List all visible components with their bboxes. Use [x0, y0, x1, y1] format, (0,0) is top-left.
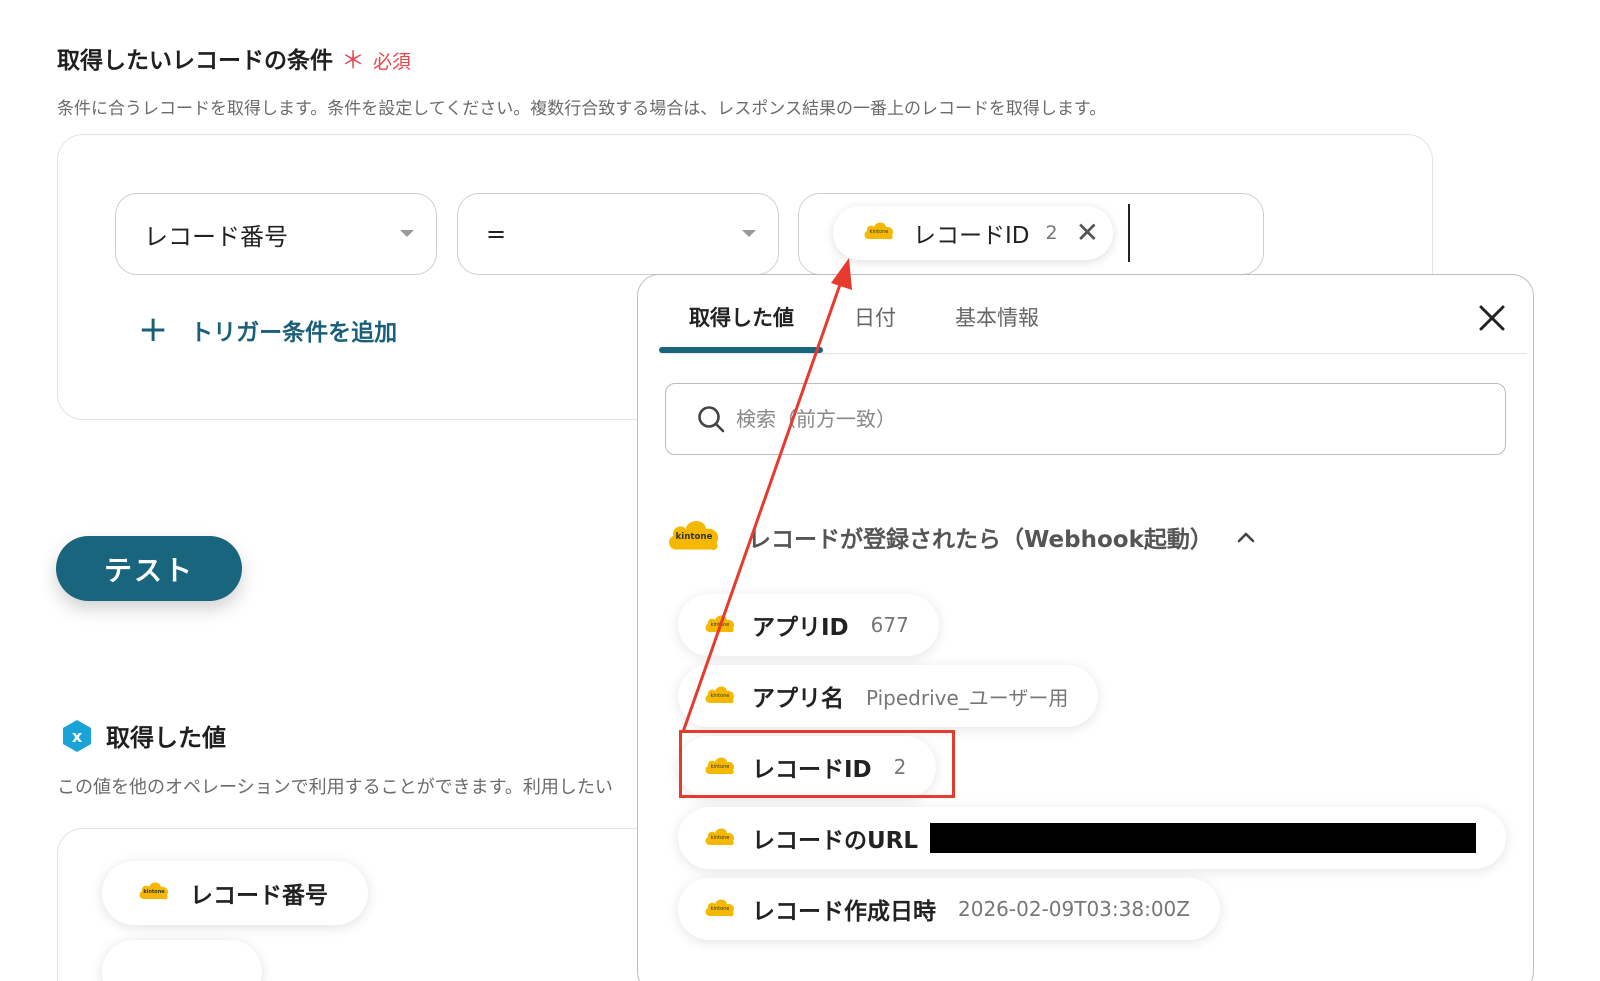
- kintone-icon-text: kintone: [711, 693, 730, 699]
- kintone-cloud-icon: kintone: [666, 515, 722, 559]
- svg-text:x: x: [72, 727, 83, 746]
- search-icon: [698, 406, 725, 433]
- search-field[interactable]: [665, 383, 1506, 455]
- variable-item-value: 677: [870, 613, 909, 637]
- value-chip-label: レコードID: [913, 223, 1030, 249]
- output-chip[interactable]: [102, 940, 262, 981]
- value-input[interactable]: kintone レコードID 2 ✕: [798, 193, 1264, 275]
- kintone-icon-text: kintone: [711, 906, 730, 912]
- output-title: x 取得した値: [60, 718, 226, 753]
- variable-item-app-id[interactable]: kintone アプリID 677: [678, 594, 939, 656]
- required-label: 必須: [373, 51, 412, 73]
- chevron-down-icon: [400, 230, 414, 237]
- tabs-divider: [659, 353, 1527, 354]
- field-select-value: レコード番号: [144, 222, 288, 251]
- variable-item-value: 2026-02-09T03:38:00Z: [958, 897, 1190, 921]
- variable-item-label: レコードのURL: [752, 828, 919, 854]
- condition-description: 条件に合うレコードを取得します。条件を設定してください。複数行合致する場合は、レ…: [57, 99, 1107, 119]
- output-chip[interactable]: kintone レコード番号: [102, 861, 368, 925]
- required-star: ＊: [341, 46, 365, 74]
- add-trigger-condition-button[interactable]: + トリガー条件を追加: [138, 312, 397, 348]
- variable-item-label: レコード作成日時: [752, 899, 936, 925]
- annotation-highlight-box: [679, 730, 955, 798]
- chevron-up-icon[interactable]: [1235, 526, 1257, 548]
- variable-item-app-name[interactable]: kintone アプリ名 Pipedrive_ユーザー用: [678, 665, 1099, 727]
- test-button[interactable]: テスト: [56, 536, 242, 601]
- value-chip-number: 2: [1045, 222, 1058, 244]
- variable-x-icon: x: [63, 719, 91, 752]
- remove-chip-icon[interactable]: ✕: [1076, 219, 1099, 247]
- required-badge: ＊ 必須: [341, 40, 411, 75]
- kintone-icon-text: kintone: [711, 835, 730, 841]
- kintone-icon-text: kintone: [676, 532, 713, 542]
- condition-title: 取得したいレコードの条件 ＊ 必須: [57, 40, 411, 75]
- redacted-value: [930, 823, 1477, 853]
- kintone-cloud-icon: kintone: [704, 825, 736, 851]
- field-select[interactable]: レコード番号: [115, 193, 437, 275]
- variable-item-value: Pipedrive_ユーザー用: [866, 685, 1069, 710]
- popover-tabs: 取得した値 日付 基本情報: [638, 275, 1533, 355]
- kintone-icon-text: kintone: [711, 622, 730, 628]
- trigger-group-title: レコードが登録されたら（Webhook起動）: [748, 527, 1213, 553]
- variable-item-created-at[interactable]: kintone レコード作成日時 2026-02-09T03:38:00Z: [678, 878, 1220, 940]
- close-icon[interactable]: [1477, 303, 1507, 333]
- output-chip-label: レコード番号: [190, 883, 328, 909]
- kintone-cloud-icon: kintone: [138, 879, 170, 907]
- trigger-group-header[interactable]: kintone レコードが登録されたら（Webhook起動）: [666, 515, 1257, 559]
- tab-basic-info[interactable]: 基本情報: [955, 302, 1039, 332]
- kintone-cloud-icon: kintone: [863, 219, 895, 247]
- tab-date[interactable]: 日付: [854, 302, 896, 332]
- variable-item-record-url[interactable]: kintone レコードのURL: [678, 807, 1507, 869]
- output-description: この値を他のオペレーションで利用することができます。利用したい: [57, 777, 613, 798]
- kintone-cloud-icon: kintone: [704, 612, 736, 638]
- search-input[interactable]: [736, 407, 1336, 431]
- operator-select-value: =: [486, 220, 507, 248]
- kintone-icon-text: kintone: [143, 889, 165, 895]
- value-chip[interactable]: kintone レコードID 2 ✕: [833, 206, 1114, 260]
- chevron-down-icon: [742, 230, 756, 237]
- kintone-icon-text: kintone: [870, 229, 889, 235]
- kintone-cloud-icon: kintone: [704, 896, 736, 922]
- kintone-cloud-icon: kintone: [704, 683, 736, 709]
- operator-select[interactable]: =: [457, 193, 779, 275]
- variable-item-label: アプリ名: [752, 686, 844, 712]
- condition-title-text: 取得したいレコードの条件: [57, 47, 333, 74]
- output-title-text: 取得した値: [106, 724, 226, 752]
- plus-icon: +: [138, 309, 169, 350]
- add-trigger-label: トリガー条件を追加: [190, 320, 398, 346]
- variable-item-label: アプリID: [752, 615, 849, 641]
- text-cursor: [1128, 204, 1130, 262]
- tab-acquired-values[interactable]: 取得した値: [689, 302, 794, 332]
